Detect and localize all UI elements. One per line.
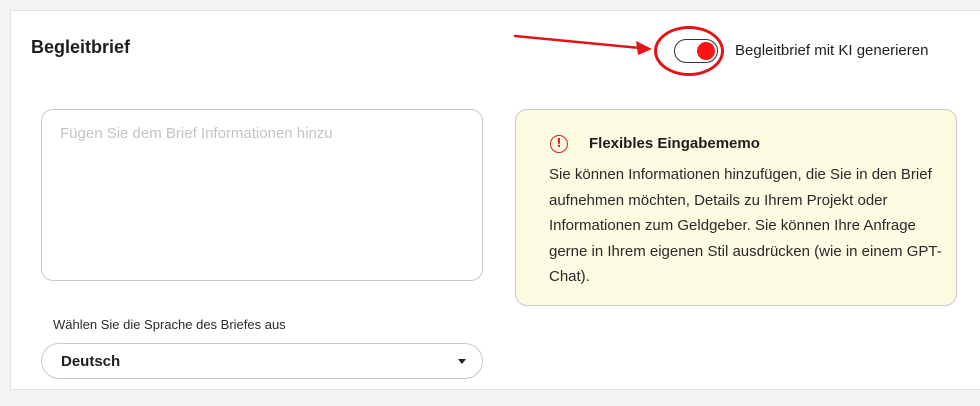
annotation-circle-icon bbox=[654, 26, 724, 76]
info-text: Sie können Informationen hinzufügen, die… bbox=[549, 166, 942, 285]
chevron-down-icon bbox=[458, 359, 466, 364]
cover-letter-card: Begleitbrief ! Flexibles Eingabememo Sie… bbox=[10, 10, 980, 390]
language-label: Wählen Sie die Sprache des Briefes aus bbox=[53, 317, 286, 332]
language-select-value: Deutsch bbox=[61, 353, 121, 370]
info-title: Flexibles Eingabememo bbox=[589, 135, 760, 152]
alert-circle-icon: ! bbox=[550, 135, 568, 153]
info-box: ! Flexibles Eingabememo Sie können Infor… bbox=[515, 109, 957, 306]
ai-toggle-label[interactable]: Begleitbrief mit KI generieren bbox=[735, 42, 928, 59]
annotation-arrow-icon bbox=[513, 34, 652, 55]
section-title: Begleitbrief bbox=[31, 37, 131, 57]
language-select[interactable]: Deutsch bbox=[41, 343, 483, 379]
letter-info-textarea[interactable] bbox=[41, 109, 483, 281]
